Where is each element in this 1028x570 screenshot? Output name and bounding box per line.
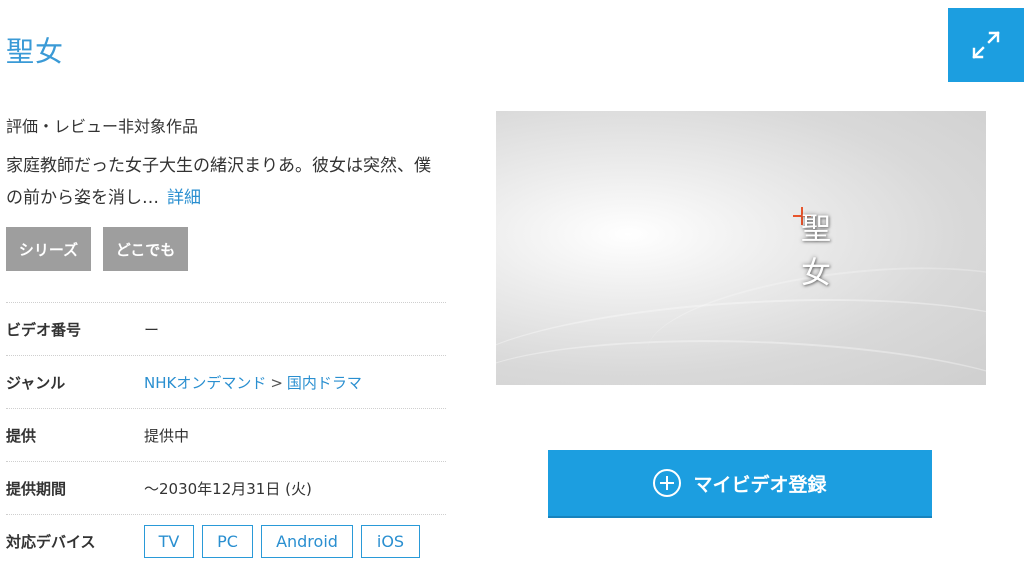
add-to-my-video-button[interactable]: マイビデオ登録 — [548, 450, 932, 518]
info-label: 対応デバイス — [6, 532, 96, 551]
tag-list: シリーズ どこでも — [6, 227, 188, 271]
device-badge-android: Android — [261, 524, 353, 558]
device-badge-pc: PC — [202, 524, 253, 558]
expand-arrows-icon — [972, 31, 1000, 59]
breadcrumb-separator: > — [270, 373, 283, 392]
thumbnail-title: 聖 女 — [801, 208, 841, 296]
tag-anywhere[interactable]: どこでも — [103, 227, 188, 271]
info-value: 提供中 — [144, 426, 190, 445]
thumbnail-title-char: 聖 — [801, 212, 831, 247]
info-row-period: 提供期間 ～2030年12月31日 (火) — [6, 461, 446, 514]
info-value: ～2030年12月31日 (火) — [144, 479, 312, 498]
synopsis: 家庭教師だった女子大生の緒沢まりあ。彼女は突然、僕の前から姿を消し… 詳細 — [6, 150, 446, 214]
info-row-video-no: ビデオ番号 ー — [6, 302, 446, 355]
thumbnail-title-char: 女 — [801, 256, 831, 291]
device-badge-ios: iOS — [361, 524, 420, 558]
video-thumbnail[interactable]: 聖 女 — [496, 111, 986, 385]
info-row-status: 提供 提供中 — [6, 408, 446, 461]
synopsis-more-link[interactable]: 詳細 — [167, 188, 201, 208]
info-label: ジャンル — [6, 373, 66, 392]
info-table: ビデオ番号 ー ジャンル NHKオンデマンド > 国内ドラマ 提供 提供中 提供期間… — [6, 302, 446, 567]
info-label: 提供 — [6, 426, 37, 445]
info-value: NHKオンデマンド > 国内ドラマ — [144, 372, 362, 393]
info-value: ー — [144, 320, 160, 339]
genre-link-nhk[interactable]: NHKオンデマンド — [144, 374, 266, 392]
add-to-my-video-label: マイビデオ登録 — [693, 473, 827, 496]
info-row-devices: 対応デバイス TV PC Android iOS — [6, 514, 446, 567]
expand-button[interactable] — [948, 8, 1024, 82]
info-label: 提供期間 — [6, 479, 67, 498]
device-badge-tv: TV — [144, 524, 194, 558]
page-title: 聖女 — [6, 35, 65, 68]
device-list: TV PC Android iOS — [144, 524, 428, 558]
plus-circle-icon — [653, 469, 682, 497]
info-label: ビデオ番号 — [6, 320, 82, 339]
tag-series[interactable]: シリーズ — [6, 227, 91, 271]
rating-note: 評価・レビュー非対象作品 — [6, 117, 199, 136]
info-row-genre: ジャンル NHKオンデマンド > 国内ドラマ — [6, 355, 446, 408]
synopsis-text: 家庭教師だった女子大生の緒沢まりあ。彼女は突然、僕の前から姿を消し… — [6, 156, 431, 208]
genre-link-drama[interactable]: 国内ドラマ — [287, 374, 362, 392]
